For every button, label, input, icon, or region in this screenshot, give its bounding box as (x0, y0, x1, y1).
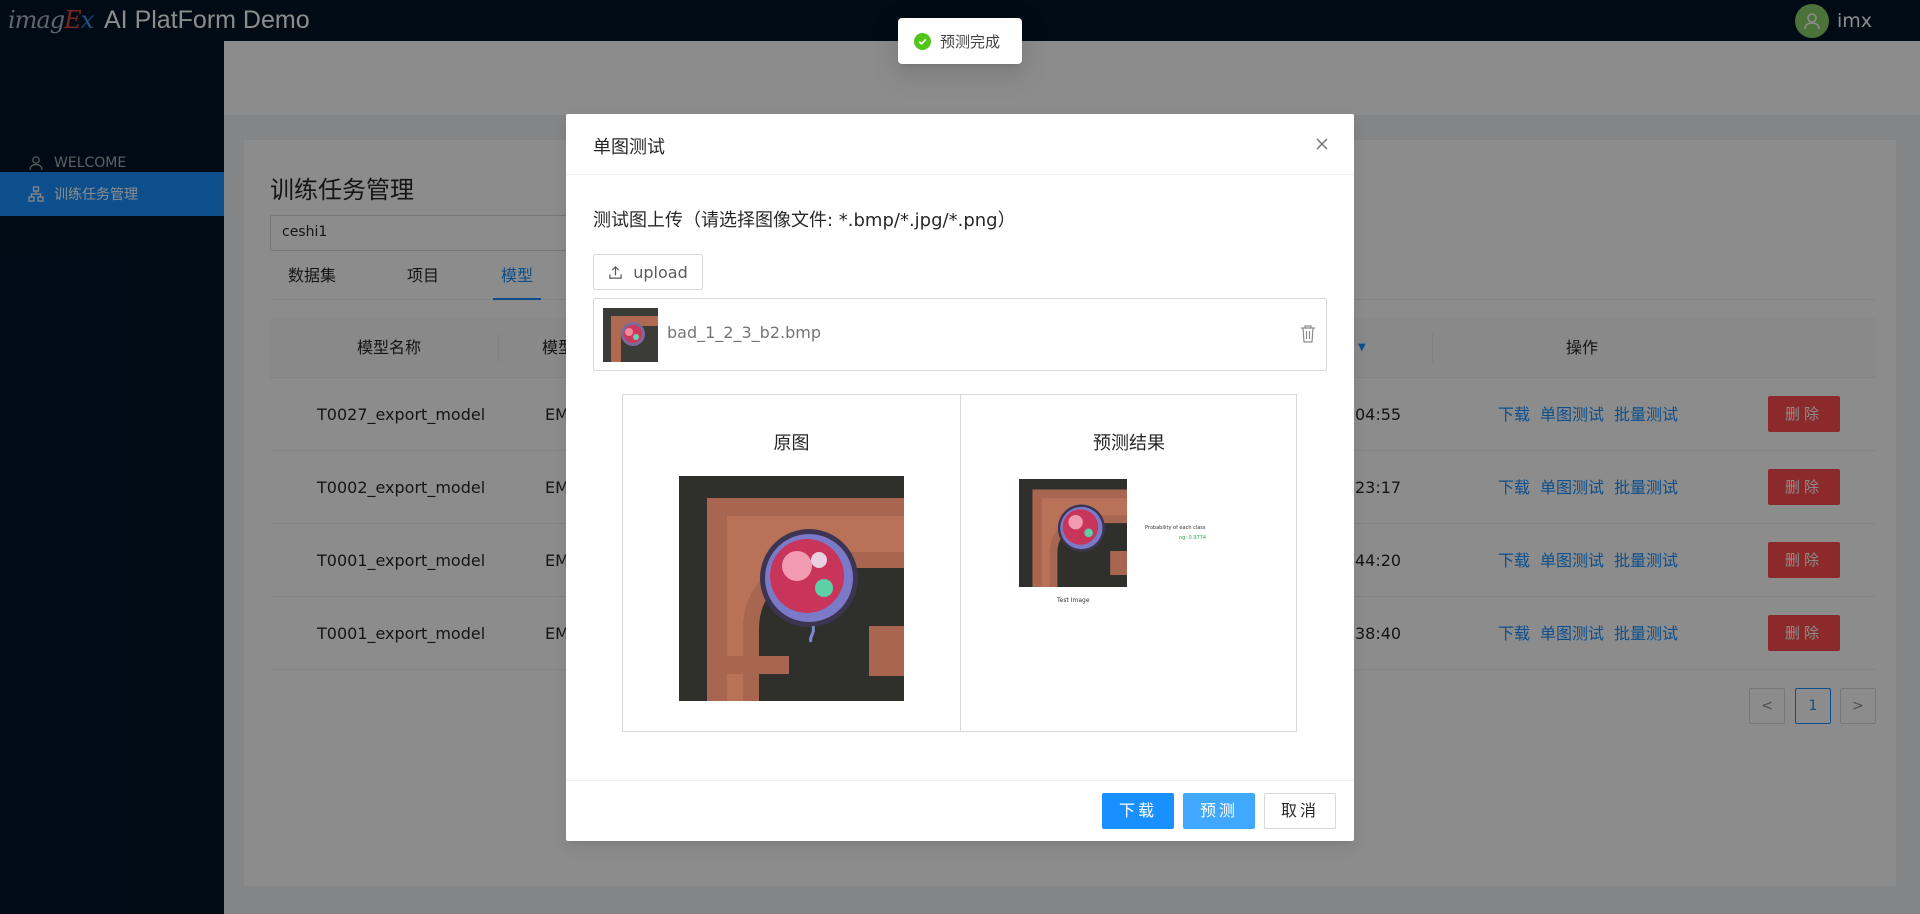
close-icon[interactable] (1312, 134, 1332, 154)
result-caption: Test Image (1057, 597, 1090, 604)
single-test-modal: 单图测试 测试图上传（请选择图像文件: *.bmp/*.jpg/*.png） u… (566, 114, 1354, 841)
original-title: 原图 (773, 433, 810, 454)
uploaded-file-item[interactable]: bad_1_2_3_b2.bmp (593, 298, 1327, 371)
download-button[interactable]: 下载 (1102, 793, 1174, 829)
upload-icon (609, 265, 622, 279)
probability-title: Probability of each class (1145, 525, 1206, 531)
file-thumbnail (603, 308, 658, 362)
message-text: 预测完成 (940, 32, 1001, 51)
modal-footer: 下载 预测 取消 (566, 780, 1354, 841)
modal-header: 单图测试 (566, 114, 1354, 175)
success-message: 预测完成 (898, 18, 1022, 64)
original-image (679, 476, 904, 701)
upload-label: 测试图上传（请选择图像文件: *.bmp/*.jpg/*.png） (593, 210, 1016, 231)
file-name[interactable]: bad_1_2_3_b2.bmp (667, 323, 821, 342)
check-circle-icon (914, 32, 931, 50)
result-column: 预测结果 Test Image Probability of each clas… (960, 395, 1297, 731)
comparison-panel: 原图 预测结果 Test Image Probability of each c… (622, 394, 1297, 732)
cancel-button[interactable]: 取消 (1264, 793, 1336, 829)
upload-button[interactable]: upload (593, 254, 703, 290)
upload-button-label: upload (633, 262, 688, 282)
delete-icon[interactable] (1300, 325, 1316, 343)
result-image (1019, 479, 1127, 587)
result-title: 预测结果 (1093, 433, 1165, 454)
modal-title: 单图测试 (593, 137, 665, 158)
probability-value: ng: 0.9774 (1179, 535, 1207, 541)
original-column: 原图 (623, 395, 960, 731)
predict-button[interactable]: 预测 (1183, 793, 1255, 829)
